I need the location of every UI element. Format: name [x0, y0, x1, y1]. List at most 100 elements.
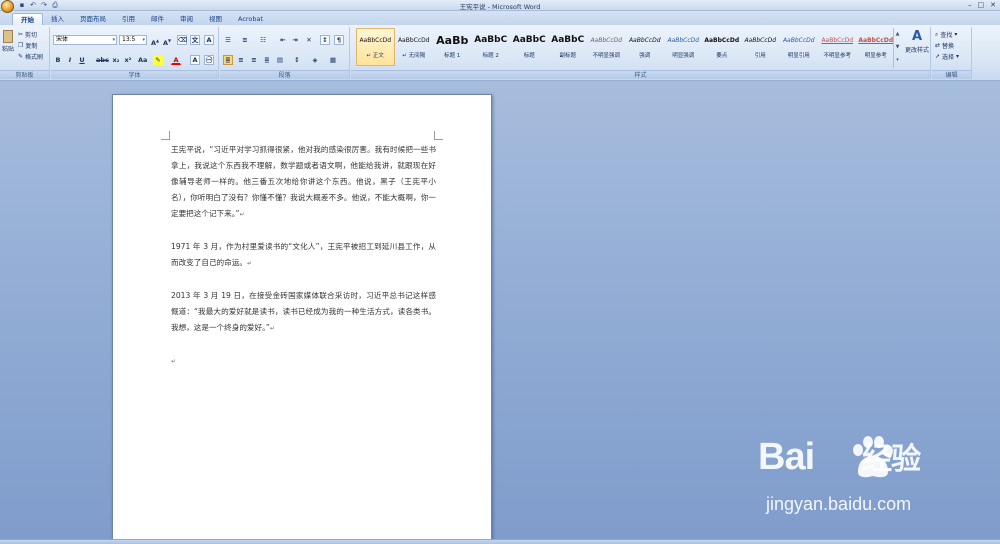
- style-strong[interactable]: AaBbCcDd 要点: [703, 28, 742, 66]
- chevron-up-icon[interactable]: ▲: [894, 28, 901, 41]
- paragraph[interactable]: 王宪平说，“习近平对学习抓得很紧，他对我的感染很厉害。我有时候把一些书拿上，我说…: [171, 142, 436, 223]
- tab-page-layout[interactable]: 页面布局: [72, 13, 114, 25]
- window-title: 王宪平说 - Microsoft Word: [459, 3, 541, 11]
- watermark: Bai 经验 jingyan.baidu.com: [758, 434, 998, 524]
- style-intense-reference[interactable]: AaBbCcDd 明显参考: [857, 28, 896, 66]
- tab-home[interactable]: 开始: [12, 13, 43, 25]
- style-gallery: AaBbCcDd ↵ 正文 AaBbCcDd ↵ 无间隔 AaBb 标题 1 AaBb…: [356, 28, 896, 68]
- copy-button[interactable]: ❐ 复制: [18, 41, 37, 50]
- empty-paragraph[interactable]: ↵: [171, 353, 436, 370]
- office-button[interactable]: [1, 0, 14, 13]
- paragraph[interactable]: 2013 年 3 月 19 日，在接受金砖国家媒体联合采访时，习近平总书记这样感…: [171, 288, 436, 337]
- align-center-icon[interactable]: ≡: [236, 55, 246, 65]
- paragraph[interactable]: 1971 年 3 月，作为村里爱读书的“文化人”，王宪平被招工到延川县工作，从而…: [171, 239, 436, 272]
- char-border-icon[interactable]: A: [204, 35, 214, 45]
- subscript-icon[interactable]: x₂: [111, 55, 121, 65]
- cursor-icon: ➚: [935, 53, 941, 60]
- bullets-icon[interactable]: ☰: [223, 35, 233, 45]
- paw-icon: [853, 436, 893, 478]
- document-page[interactable]: 王宪平说，“习近平对学习抓得很紧，他对我的感染很厉害。我有时候把一些书拿上，我说…: [112, 94, 492, 539]
- show-marks-icon[interactable]: ¶: [334, 35, 344, 45]
- style-emphasis[interactable]: AaBbCcDd 强调: [626, 28, 665, 66]
- style-no-spacing[interactable]: AaBbCcDd ↵ 无间隔: [395, 28, 434, 66]
- clear-format-icon[interactable]: ⌫: [177, 35, 187, 45]
- superscript-icon[interactable]: x²: [123, 55, 133, 65]
- maximize-button[interactable]: □: [978, 1, 985, 9]
- chevron-down-icon: ▾: [956, 53, 960, 60]
- status-bar: [0, 539, 1000, 544]
- line-spacing-icon[interactable]: ↕: [292, 55, 302, 65]
- find-button[interactable]: ⌕ 查找 ▾: [935, 30, 958, 40]
- paragraph-group: ☰ ≡ ☷ ⇤ ⇥ ✕ ↕ ¶ ≣ ≡ ≡ ≣ ▤ ↕ ◈ ▦ 段落: [220, 27, 350, 79]
- increase-indent-icon[interactable]: ⇥: [290, 35, 300, 45]
- numbering-icon[interactable]: ≡: [240, 35, 250, 45]
- style-subtle-emphasis[interactable]: AaBbCcDd 不明显强调: [587, 28, 626, 66]
- grow-font-icon[interactable]: A▲: [150, 35, 160, 47]
- cut-button[interactable]: ✂ 剪切: [18, 30, 37, 39]
- change-styles-button[interactable]: A 更改样式: [903, 29, 931, 54]
- style-subtle-reference[interactable]: AaBbCcDd 不明显参考: [818, 28, 857, 66]
- format-painter-button[interactable]: ✎ 格式刷: [18, 52, 43, 61]
- bold-icon[interactable]: B: [53, 55, 63, 65]
- char-shading-icon[interactable]: A: [190, 55, 200, 65]
- watermark-url: jingyan.baidu.com: [766, 494, 912, 514]
- close-button[interactable]: ✕: [990, 1, 996, 9]
- sort-icon[interactable]: ↕: [320, 35, 330, 45]
- margin-corner-mark: [161, 131, 170, 140]
- tab-insert[interactable]: 插入: [43, 13, 72, 25]
- style-title[interactable]: AaBbC 标题: [510, 28, 549, 66]
- font-name-combo[interactable]: 宋体 ▾: [53, 35, 117, 45]
- styles-label: 样式: [351, 70, 930, 79]
- editing-group: ⌕ 查找 ▾ ⇄ 替换 ➚ 选择 ▾ 编辑: [932, 27, 972, 79]
- align-justify-icon[interactable]: ≣: [223, 55, 233, 65]
- paragraph-mark: ↵: [171, 358, 177, 365]
- clipboard-group: 粘贴 ✂ 剪切 ❐ 复制 ✎ 格式刷 剪贴板: [0, 27, 50, 79]
- style-intense-emphasis[interactable]: AaBbCcDd 明显强调: [664, 28, 703, 66]
- borders-icon[interactable]: ▦: [328, 55, 338, 65]
- underline-icon[interactable]: U: [77, 55, 87, 65]
- tab-view[interactable]: 视图: [201, 13, 230, 25]
- multilevel-list-icon[interactable]: ☷: [258, 35, 268, 45]
- clipboard-label: 剪贴板: [0, 70, 49, 79]
- decrease-indent-icon[interactable]: ⇤: [278, 35, 288, 45]
- highlight-icon[interactable]: ✎: [153, 55, 163, 65]
- gallery-scroll[interactable]: ▲ ▼ ▾: [893, 28, 901, 68]
- tab-mailings[interactable]: 邮件: [143, 13, 172, 25]
- enclosed-char-icon[interactable]: ㊀: [204, 55, 214, 65]
- tab-acrobat[interactable]: Acrobat: [230, 13, 271, 25]
- style-quote[interactable]: AaBbCcDd 引用: [741, 28, 780, 66]
- font-color-icon[interactable]: A: [171, 55, 181, 65]
- tab-review[interactable]: 审阅: [172, 13, 201, 25]
- more-icon[interactable]: ▾: [894, 54, 901, 67]
- replace-button[interactable]: ⇄ 替换: [935, 41, 954, 50]
- distributed-icon[interactable]: ≣: [262, 55, 272, 65]
- paragraph-label: 段落: [220, 70, 349, 79]
- chevron-down-icon: ▾: [954, 31, 958, 38]
- style-normal[interactable]: AaBbCcDd ↵ 正文: [356, 28, 395, 66]
- window-controls: – □ ✕: [968, 1, 996, 9]
- editing-label: 编辑: [932, 70, 971, 79]
- font-label: 字体: [51, 70, 218, 79]
- style-intense-quote[interactable]: AaBbCcDd 明显引用: [780, 28, 819, 66]
- binoculars-icon: ⌕: [935, 30, 939, 38]
- title-bar: ▪ ↶ ↷ ⎙ 王宪平说 - Microsoft Word – □ ✕: [0, 0, 1000, 13]
- paste-button[interactable]: 粘贴: [2, 30, 14, 53]
- select-button[interactable]: ➚ 选择 ▾: [935, 52, 959, 61]
- style-subtitle[interactable]: AaBbC 副标题: [549, 28, 588, 66]
- minimize-button[interactable]: –: [968, 1, 972, 9]
- shrink-font-icon[interactable]: A▼: [162, 35, 172, 47]
- tab-references[interactable]: 引用: [114, 13, 143, 25]
- style-heading-1[interactable]: AaBb 标题 1: [433, 28, 472, 66]
- italic-icon[interactable]: I: [65, 55, 75, 65]
- phonetic-guide-icon[interactable]: 文: [190, 35, 200, 45]
- chinese-layout-icon[interactable]: ✕: [304, 35, 314, 45]
- align-right-icon[interactable]: ≡: [249, 55, 259, 65]
- font-size-combo[interactable]: 13.5 ▾: [119, 35, 147, 45]
- strikethrough-icon[interactable]: abc: [95, 55, 109, 65]
- change-case-icon[interactable]: Aa: [137, 55, 147, 65]
- shading-icon[interactable]: ◈: [310, 55, 320, 65]
- document-body[interactable]: 王宪平说，“习近平对学习抓得很紧，他对我的感染很厉害。我有时候把一些书拿上，我说…: [171, 142, 436, 386]
- align-full-icon[interactable]: ▤: [275, 55, 285, 65]
- style-heading-2[interactable]: AaBbC 标题 2: [472, 28, 511, 66]
- chevron-down-icon[interactable]: ▼: [894, 41, 901, 54]
